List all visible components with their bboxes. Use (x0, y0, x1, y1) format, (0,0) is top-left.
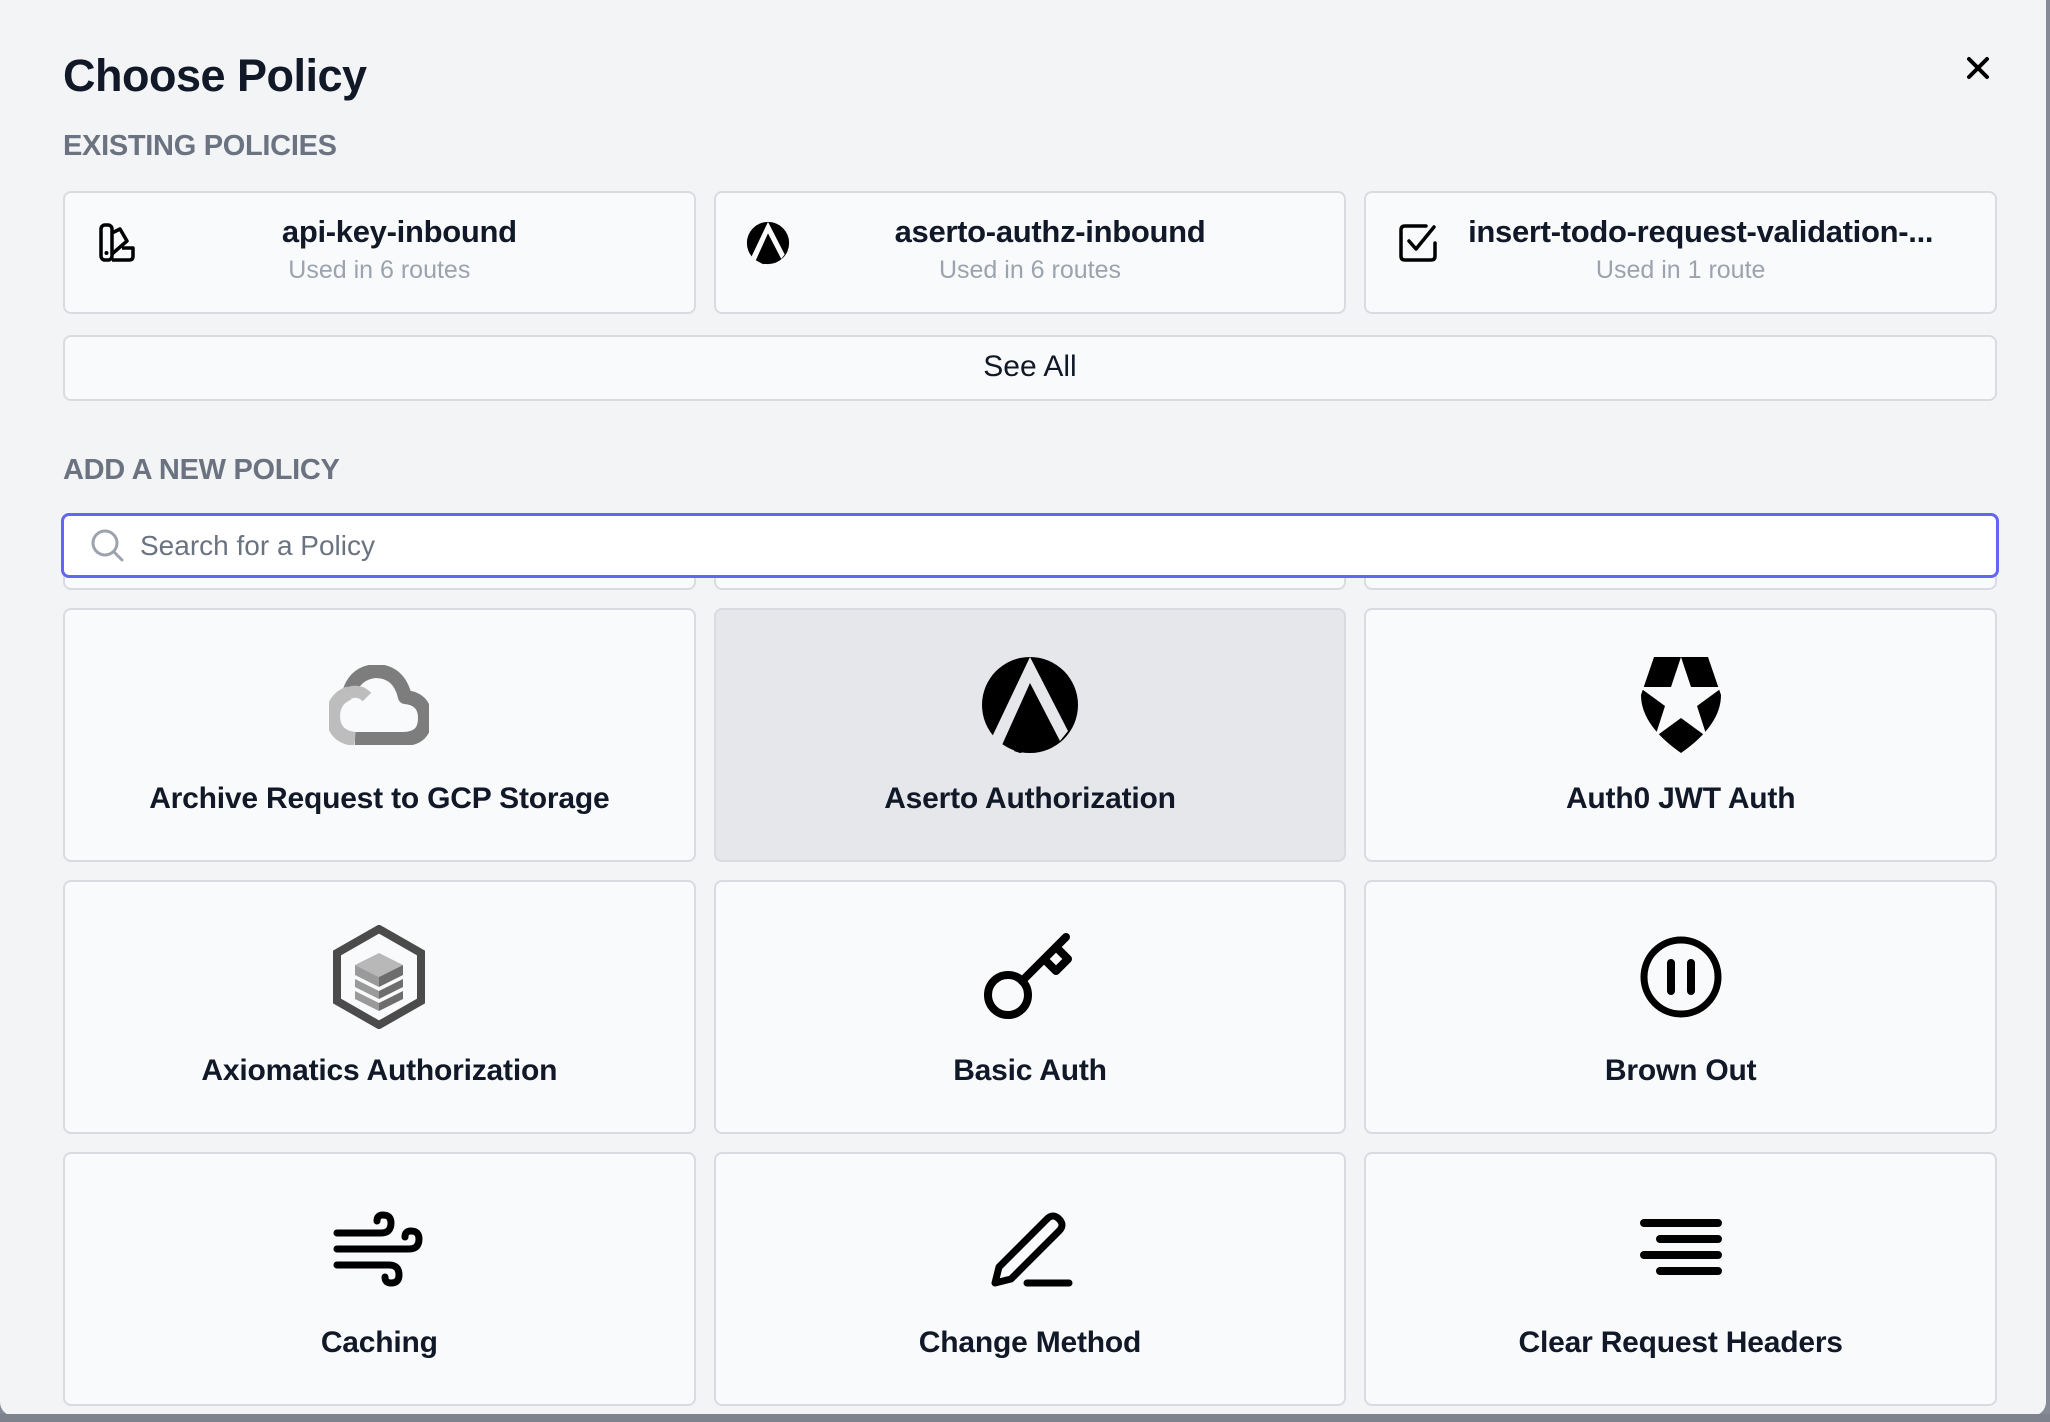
page-backdrop (0, 1414, 2050, 1422)
policy-card-change-method[interactable]: Change Method (713, 1152, 1347, 1406)
existing-policies-list: api-key-inbound Used in 6 routes aserto-… (63, 191, 1997, 314)
policy-label: Auth0 JWT Auth (1565, 782, 1796, 815)
auth0-shield-icon (1638, 657, 1723, 753)
policy-search-field[interactable] (61, 513, 1999, 578)
existing-policy-name: aserto-authz-inbound (894, 214, 1206, 249)
existing-policy-card[interactable]: insert-todo-request-validation-... Used … (1364, 191, 1997, 314)
policy-label: Archive Request to GCP Storage (149, 782, 610, 815)
existing-policies-label: EXISTING POLICIES (63, 130, 337, 162)
policy-card-brown-out[interactable]: Brown Out (1364, 880, 1997, 1134)
existing-policy-usage: Used in 6 routes (938, 256, 1122, 284)
policy-card-caching[interactable]: Caching (63, 1152, 696, 1406)
policy-search-input[interactable] (140, 529, 1996, 562)
swatch-icon (99, 223, 135, 262)
add-new-policy-label: ADD A NEW POLICY (63, 454, 340, 486)
pencil-icon (991, 1212, 1073, 1287)
policy-grid: Archive Request to GCP Storage Aserto Au… (63, 530, 1997, 1406)
close-icon (1967, 57, 1989, 79)
policy-label: Clear Request Headers (1518, 1326, 1843, 1359)
aserto-logo-icon (746, 221, 789, 265)
policy-card-auth0[interactable]: Auth0 JWT Auth (1364, 608, 1997, 862)
policy-card-axiomatics[interactable]: Axiomatics Authorization (63, 880, 696, 1134)
policy-label: Axiomatics Authorization (201, 1054, 558, 1087)
existing-policy-usage: Used in 6 routes (288, 256, 471, 284)
policy-catalog[interactable]: Archive Request to GCP Storage Aserto Au… (63, 530, 1997, 1416)
see-all-button[interactable]: See All (63, 335, 1997, 401)
policy-label: Aserto Authorization (884, 782, 1176, 815)
policy-label: Basic Auth (953, 1054, 1107, 1087)
existing-policy-card[interactable]: api-key-inbound Used in 6 routes (63, 191, 696, 314)
gcp-cloud-icon (329, 665, 430, 745)
choose-policy-dialog: Choose Policy EXISTING POLICIES api-key-… (0, 0, 2046, 1416)
existing-policy-card[interactable]: aserto-authz-inbound Used in 6 routes (713, 191, 1347, 314)
pause-circle-icon (1640, 936, 1722, 1018)
existing-policy-name: insert-todo-request-validation-... (1468, 214, 1934, 249)
policy-card-clear-request-headers[interactable]: Clear Request Headers (1364, 1152, 1997, 1406)
search-icon (91, 529, 124, 561)
policy-card-aserto[interactable]: Aserto Authorization (713, 608, 1347, 862)
aserto-logo-icon (981, 657, 1078, 753)
policy-label: Caching (320, 1326, 438, 1359)
close-button[interactable] (1962, 52, 1994, 84)
dialog-title: Choose Policy (63, 50, 367, 101)
wind-icon (333, 1211, 423, 1287)
axiomatics-cube-icon (333, 925, 426, 1029)
policy-label: Change Method (918, 1326, 1142, 1359)
policy-label: Brown Out (1604, 1054, 1757, 1087)
policy-card-archive-gcp[interactable]: Archive Request to GCP Storage (63, 608, 696, 862)
existing-policy-name: api-key-inbound (281, 214, 517, 249)
checkbox-icon (1399, 224, 1438, 262)
key-icon (983, 933, 1072, 1019)
policy-card-basic-auth[interactable]: Basic Auth (713, 880, 1347, 1134)
align-right-lines-icon (1639, 1219, 1722, 1275)
existing-policy-usage: Used in 1 route (1595, 256, 1766, 284)
